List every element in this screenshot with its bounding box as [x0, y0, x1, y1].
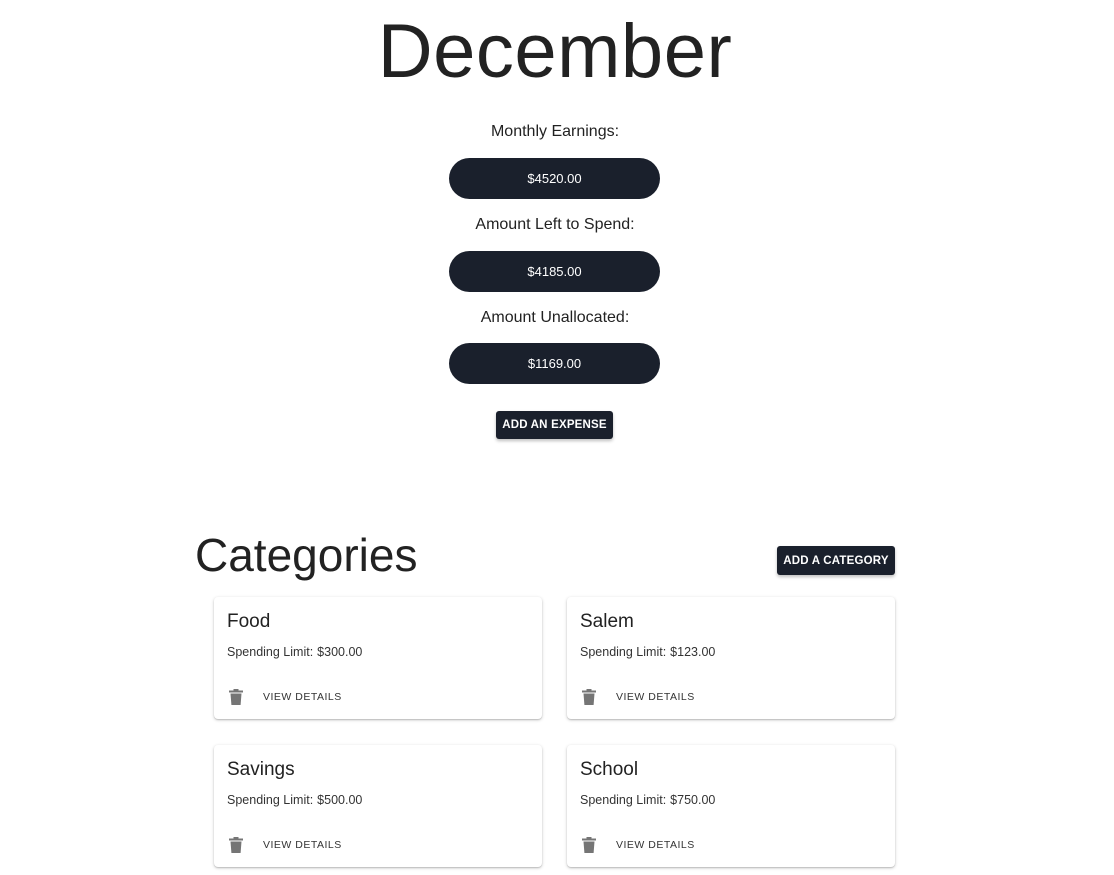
spending-limit-label: Spending Limit:	[580, 793, 667, 807]
amount-left-value: $4185.00	[449, 251, 660, 292]
view-details-button[interactable]: VIEW DETAILS	[263, 839, 342, 851]
trash-icon[interactable]	[229, 689, 243, 705]
monthly-earnings-value: $4520.00	[449, 158, 660, 199]
amount-unallocated-label: Amount Unallocated:	[480, 309, 630, 326]
spending-limit-label: Spending Limit:	[227, 793, 314, 807]
spending-limit: Spending Limit: $123.00	[580, 645, 715, 659]
amount-unallocated-value: $1169.00	[449, 343, 660, 384]
spending-limit-value: $123.00	[670, 645, 716, 659]
spending-limit: Spending Limit: $300.00	[227, 645, 362, 659]
spending-limit-value: $500.00	[317, 793, 363, 807]
category-name: Food	[227, 611, 271, 632]
category-name: Savings	[227, 759, 295, 780]
view-details-button[interactable]: VIEW DETAILS	[616, 839, 695, 851]
spending-limit-label: Spending Limit:	[227, 645, 314, 659]
categories-title: Categories	[195, 529, 418, 581]
spending-limit: Spending Limit: $750.00	[580, 793, 715, 807]
category-card-food: Food Spending Limit: $300.00 VIEW DETAILS	[214, 597, 542, 719]
trash-icon[interactable]	[582, 689, 596, 705]
category-name: Salem	[580, 611, 634, 632]
budget-page: December Monthly Earnings: $4520.00 Amou…	[0, 0, 1114, 875]
month-title: December	[377, 9, 733, 94]
amount-left-label: Amount Left to Spend:	[475, 216, 635, 233]
category-card-school: School Spending Limit: $750.00 VIEW DETAI…	[567, 745, 895, 867]
spending-limit-value: $300.00	[317, 645, 363, 659]
category-card-salem: Salem Spending Limit: $123.00 VIEW DETAIL…	[567, 597, 895, 719]
spending-limit-value: $750.00	[670, 793, 716, 807]
trash-icon[interactable]	[229, 837, 243, 853]
monthly-earnings-label: Monthly Earnings:	[490, 123, 620, 140]
category-card-savings: Savings Spending Limit: $500.00 VIEW DETA…	[214, 745, 542, 867]
spending-limit: Spending Limit: $500.00	[227, 793, 362, 807]
spending-limit-label: Spending Limit:	[580, 645, 667, 659]
trash-icon[interactable]	[582, 837, 596, 853]
view-details-button[interactable]: VIEW DETAILS	[616, 691, 695, 703]
view-details-button[interactable]: VIEW DETAILS	[263, 691, 342, 703]
category-name: School	[580, 759, 639, 780]
add-expense-button[interactable]: ADD AN EXPENSE	[496, 411, 613, 439]
add-category-button[interactable]: ADD A CATEGORY	[777, 546, 895, 575]
